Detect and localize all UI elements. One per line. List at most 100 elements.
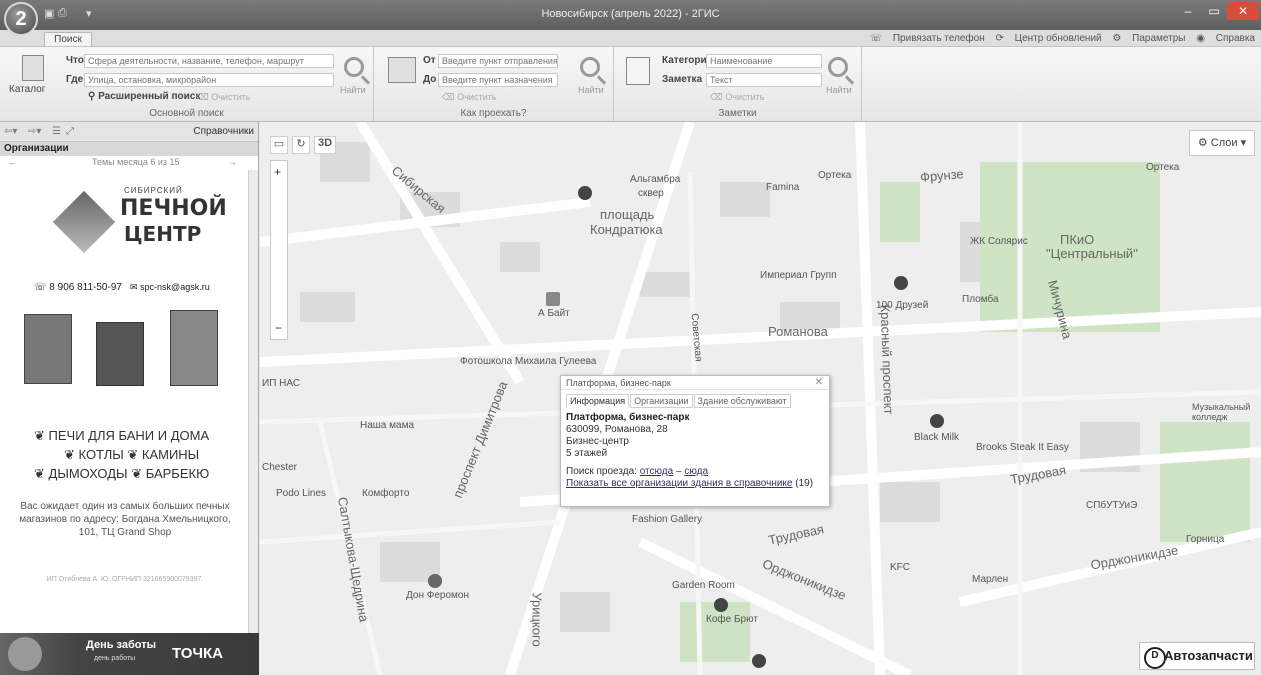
route-icon[interactable] — [388, 57, 416, 83]
find-route-button[interactable]: Найти — [578, 85, 604, 95]
from-input[interactable] — [438, 54, 558, 68]
map-tool-rotate[interactable]: ↻ — [292, 136, 310, 154]
clear-main-label: Очистить — [211, 92, 251, 102]
ad-brand-bottom: ЦЕНТР — [124, 222, 202, 246]
where-input[interactable] — [84, 73, 334, 87]
search-icon[interactable] — [344, 57, 364, 77]
label-don-feromon: Дон Феромон — [406, 590, 469, 601]
banner-left-sub: день работы — [94, 655, 136, 662]
ad-line3-text: ДЫМОХОДЫ — [48, 466, 128, 481]
popup-from-here-link[interactable]: отсюда — [640, 466, 674, 477]
poi-heart-icon[interactable] — [578, 186, 592, 200]
link-updates[interactable]: ⟳ Центр обновлений — [996, 33, 1102, 44]
prev-theme-button[interactable]: ← — [8, 157, 17, 167]
catalog-label[interactable]: Каталог — [9, 84, 45, 95]
list-icon[interactable]: ☰ — [52, 126, 61, 137]
minimize-button[interactable]: – — [1175, 2, 1201, 20]
poi-don-feromon-icon[interactable] — [428, 574, 442, 588]
note-input[interactable] — [706, 73, 822, 87]
label-fotoshkola: Фотошкола Михаила Гулеева — [460, 356, 597, 367]
find-main-button[interactable]: Найти — [340, 85, 366, 95]
ad-line1: ❦ ПЕЧИ ДЛЯ БАНИ И ДОМА — [34, 428, 210, 443]
search-notes-icon[interactable] — [828, 57, 848, 77]
ad-brand-mid: ПЕЧНОЙ — [120, 196, 227, 221]
expand-icon[interactable]: ⤢ — [66, 126, 74, 137]
bottom-banner[interactable]: День заботы день работы ТОЧКА — [0, 633, 259, 675]
label-famina: Famina — [766, 182, 800, 193]
label-black-milk: Black Milk — [914, 432, 960, 443]
ad-description: Вас ожидает один из самых больших печных… — [19, 501, 231, 538]
clear-main-button[interactable]: ⌫ Очистить — [196, 92, 250, 103]
group-main-search: Каталог Что Где ⚲ Расширенный поиск ⌫ Оч… — [0, 47, 374, 121]
poi-black-milk-icon[interactable] — [930, 414, 944, 428]
stove-image-3 — [170, 310, 218, 386]
search-route-icon[interactable] — [580, 57, 600, 77]
stove-image-1 — [24, 314, 72, 384]
popup-to-here-link[interactable]: сюда — [684, 466, 708, 477]
what-input[interactable] — [84, 54, 334, 68]
link-help[interactable]: ◉ Справка — [1196, 33, 1255, 44]
maximize-button[interactable]: ▭ — [1201, 2, 1227, 20]
popup-show-all-link[interactable]: Показать все организации здания в справо… — [566, 478, 792, 489]
popup-tab-building[interactable]: Здание обслуживают — [693, 394, 791, 408]
group-label-route: Как проехать? — [460, 108, 527, 119]
catalog-icon[interactable] — [22, 55, 44, 81]
zoom-out-icon[interactable]: − — [275, 321, 282, 335]
map-tool-ruler[interactable]: ▭ — [270, 136, 288, 154]
stove-image-2 — [96, 322, 144, 386]
link-updates-label: Центр обновлений — [1014, 33, 1102, 44]
poi-kofe-icon[interactable] — [714, 598, 728, 612]
organizations-header: Организации — [0, 142, 258, 156]
popup-close-icon[interactable]: ✕ — [815, 377, 823, 388]
label-romanova: Романова — [768, 324, 828, 339]
title-bar: ▣ ⎙ ▾ Новосибирск (апрель 2022) - 2ГИС –… — [0, 0, 1261, 30]
zoom-slider[interactable]: + − — [270, 160, 288, 340]
popup-show-all: Показать все организации здания в справо… — [566, 478, 824, 490]
map-view[interactable]: ▭ ↻ 3D + − ⚙ Слои ▾ площадь Кондратюка А… — [260, 122, 1261, 675]
ad-banner[interactable]: СИБИРСКИЙ ПЕЧНОЙ ЦЕНТР ☏ 8 906 811-50-97… — [0, 172, 248, 632]
poi-eiffel-icon[interactable] — [894, 276, 908, 290]
ad-line3b-text: БАРБЕКЮ — [145, 466, 210, 481]
close-button[interactable]: ✕ — [1227, 2, 1259, 20]
label-pkio: ПКиО — [1060, 232, 1095, 247]
advanced-search-link[interactable]: ⚲ Расширенный поиск — [88, 91, 200, 102]
map-3d-button[interactable]: 3D — [314, 136, 336, 154]
directories-dropdown[interactable]: Справочники — [193, 126, 254, 137]
poi-bottom-icon[interactable] — [752, 654, 766, 668]
label-kofe: Кофе Брют — [706, 614, 758, 625]
poi-a-bait-icon[interactable] — [546, 292, 560, 306]
next-theme-button[interactable]: → — [228, 157, 237, 167]
theme-nav: ← Темы месяца 6 из 15 → — [0, 156, 258, 170]
popup-tab-info[interactable]: Информация — [566, 394, 630, 408]
ad-line1-text: ПЕЧИ ДЛЯ БАНИ И ДОМА — [48, 428, 210, 443]
popup-tab-orgs[interactable]: Организации — [630, 394, 693, 408]
notes-icon[interactable] — [626, 57, 650, 85]
popup-route-label: Поиск проезда: — [566, 466, 637, 477]
find-notes-button[interactable]: Найти — [826, 85, 852, 95]
zoom-in-icon[interactable]: + — [274, 165, 281, 179]
popup-route: Поиск проезда: отсюда – сюда — [566, 466, 824, 478]
app-logo[interactable]: 2 — [4, 2, 38, 36]
back-icon[interactable]: ⇦▾ — [4, 126, 17, 137]
label-komforto: Комфорто — [362, 488, 410, 499]
sidebar-scrollbar[interactable] — [248, 170, 258, 636]
ad-phone-text: 8 906 811-50-97 — [49, 282, 122, 293]
link-phone[interactable]: ☏ Привязать телефон — [870, 33, 985, 44]
popup-name: Платформа, бизнес-парк — [566, 412, 690, 423]
category-select[interactable] — [706, 54, 822, 68]
category-label: Категория — [662, 55, 713, 66]
clear-notes-button[interactable]: ⌫ Очистить — [710, 92, 764, 103]
where-label: Где — [66, 74, 84, 85]
link-params[interactable]: ⚙ Параметры — [1112, 33, 1185, 44]
group-label-notes: Заметки — [718, 108, 757, 119]
label-brooks: Brooks Steak It Easy — [976, 442, 1069, 453]
advanced-search-label: Расширенный поиск — [98, 91, 201, 102]
forward-icon[interactable]: ⇨▾ — [28, 126, 41, 137]
window-title: Новосибирск (апрель 2022) - 2ГИС — [541, 8, 720, 20]
clear-route-button[interactable]: ⌫ Очистить — [442, 92, 496, 103]
popup-floors: 5 этажей — [566, 448, 608, 459]
layers-button[interactable]: ⚙ Слои ▾ — [1189, 130, 1255, 156]
autoparts-badge[interactable]: Автозапчасти — [1139, 642, 1255, 670]
to-input[interactable] — [438, 73, 558, 87]
ad-phone: ☏ 8 906 811-50-97 — [34, 282, 122, 293]
